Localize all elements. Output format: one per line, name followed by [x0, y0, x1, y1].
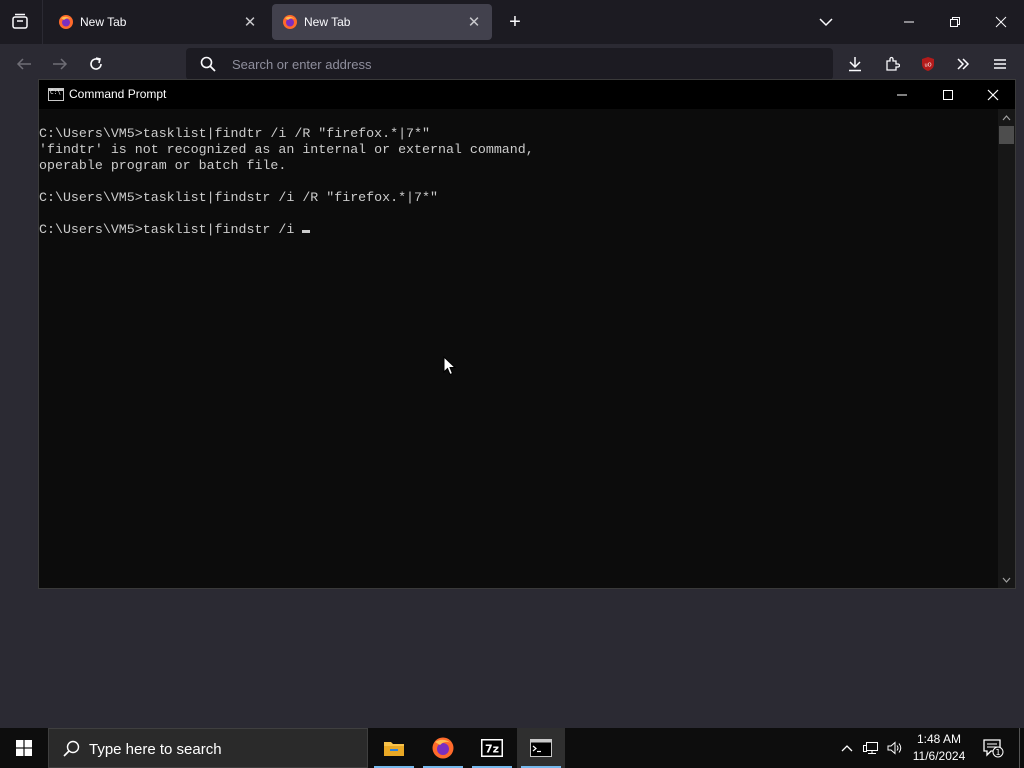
scroll-down-arrow-icon[interactable] — [998, 571, 1015, 588]
console-line: operable program or batch file. — [39, 158, 287, 173]
svg-text:7z: 7z — [485, 743, 499, 756]
scroll-up-arrow-icon[interactable] — [998, 109, 1015, 126]
show-desktop-button[interactable] — [1019, 728, 1024, 768]
system-clock[interactable]: 1:48 AM 11/6/2024 — [905, 731, 973, 765]
taskbar-command-prompt[interactable] — [517, 728, 565, 768]
hamburger-menu-icon[interactable] — [988, 52, 1012, 76]
firefox-icon — [283, 15, 297, 29]
forward-arrow-icon[interactable] — [48, 52, 72, 76]
close-tab-icon[interactable]: ✕ — [462, 10, 486, 34]
search-icon — [63, 740, 80, 757]
console-line: 'findtr' is not recognized as an interna… — [39, 142, 534, 157]
close-tab-icon[interactable]: ✕ — [238, 10, 262, 34]
console-input-line[interactable]: C:\Users\VM5>tasklist|findstr /i — [39, 222, 999, 238]
console-output[interactable]: C:\Users\VM5>tasklist|findtr /i /R "fire… — [39, 109, 999, 588]
firefox-icon — [432, 737, 454, 759]
console-line: C:\Users\VM5>tasklist|findtr /i /R "fire… — [39, 126, 430, 141]
start-button[interactable] — [0, 728, 48, 768]
text-cursor — [302, 230, 311, 233]
restore-browser-button[interactable] — [932, 0, 978, 44]
windows-taskbar: Type here to search 7z 1:48 AM 11/6/2024… — [0, 728, 1024, 768]
vertical-scrollbar[interactable] — [998, 109, 1015, 588]
taskbar-7zip[interactable]: 7z — [468, 728, 516, 768]
ublock-origin-icon[interactable]: uO — [916, 52, 940, 76]
reload-icon[interactable] — [84, 52, 108, 76]
search-icon — [200, 56, 216, 72]
close-button[interactable] — [970, 80, 1016, 109]
network-icon[interactable] — [860, 728, 882, 768]
new-tab-button[interactable]: + — [503, 10, 527, 34]
clock-date: 11/6/2024 — [912, 749, 966, 763]
list-all-tabs-icon[interactable] — [803, 0, 849, 44]
browser-toolbar: uO — [0, 44, 1024, 84]
maximize-button[interactable] — [925, 80, 971, 109]
file-explorer-icon — [384, 742, 404, 756]
browser-tab-active[interactable]: New Tab ✕ — [272, 4, 492, 40]
browser-tab[interactable]: New Tab ✕ — [48, 4, 268, 40]
firefox-icon — [59, 15, 73, 29]
clock-time: 1:48 AM — [916, 732, 962, 746]
notification-count: 1 — [995, 748, 1000, 757]
mouse-pointer-icon — [443, 356, 457, 376]
command-prompt-window[interactable]: C:\ Command Prompt C:\Users\VM5>tasklist… — [38, 79, 1016, 589]
windows-logo-icon — [16, 740, 32, 756]
volume-icon[interactable] — [884, 728, 906, 768]
taskbar-firefox[interactable] — [419, 728, 467, 768]
address-bar[interactable] — [186, 48, 833, 80]
taskbar-file-explorer[interactable] — [370, 728, 418, 768]
tab-title: New Tab — [80, 15, 127, 29]
firefox-view-icon[interactable] — [8, 10, 32, 34]
search-placeholder: Type here to search — [89, 741, 222, 758]
address-input[interactable] — [232, 48, 812, 80]
browser-tab-bar: New Tab ✕ New Tab ✕ + — [0, 0, 1024, 44]
minimize-button[interactable] — [879, 80, 925, 109]
back-arrow-icon[interactable] — [12, 52, 36, 76]
more-tools-icon[interactable] — [951, 52, 975, 76]
action-center-icon[interactable]: 1 — [980, 728, 1006, 768]
console-line: C:\Users\VM5>tasklist|findstr /i /R "fir… — [39, 190, 438, 205]
extensions-icon[interactable] — [880, 52, 904, 76]
tab-separator — [42, 0, 43, 44]
close-browser-button[interactable] — [978, 0, 1024, 44]
scrollbar-thumb[interactable] — [999, 126, 1014, 144]
7zip-icon: 7z — [481, 739, 503, 757]
taskbar-search-box[interactable]: Type here to search — [48, 728, 368, 768]
svg-text:uO: uO — [924, 63, 931, 69]
command-prompt-icon: C:\ — [48, 88, 64, 101]
downloads-icon[interactable] — [843, 52, 867, 76]
window-title: Command Prompt — [69, 87, 167, 101]
current-command: C:\Users\VM5>tasklist|findstr /i — [39, 222, 303, 237]
cmd-title-bar[interactable]: C:\ Command Prompt — [39, 80, 1015, 109]
tab-title: New Tab — [304, 15, 351, 29]
minimize-browser-button[interactable] — [886, 0, 932, 44]
command-prompt-icon — [530, 739, 552, 757]
show-hidden-icons-chevron-icon[interactable] — [836, 728, 858, 768]
